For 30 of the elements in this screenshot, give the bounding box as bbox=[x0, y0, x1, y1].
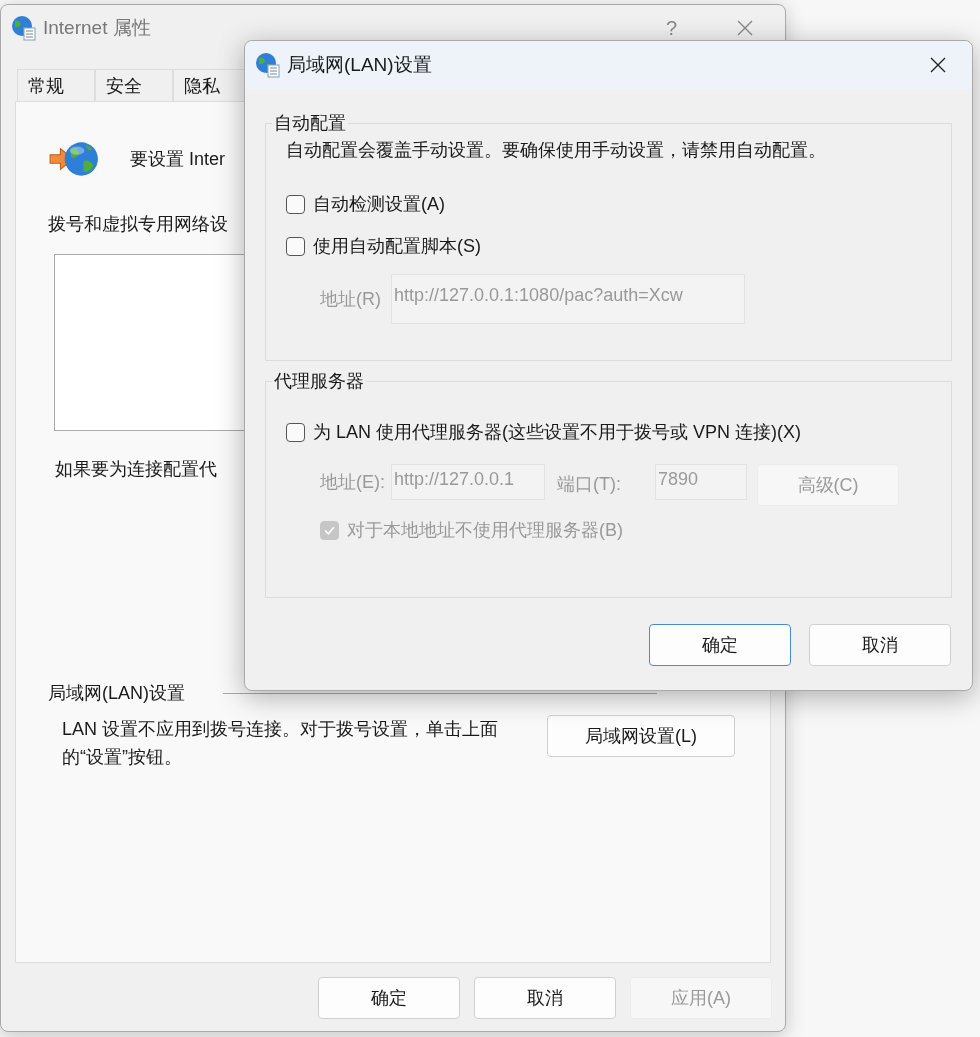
globe-icon bbox=[255, 52, 281, 78]
dialog-button[interactable]: 确定 bbox=[649, 624, 791, 666]
field-label: 端口(T): bbox=[557, 473, 622, 496]
checkbox[interactable] bbox=[286, 194, 305, 214]
checkbox[interactable] bbox=[286, 236, 305, 256]
setup-text: 要设置 Inter bbox=[130, 148, 226, 171]
tab[interactable]: 安全 bbox=[95, 69, 173, 101]
dialog-button[interactable]: 取消 bbox=[809, 624, 951, 666]
checkbox-label: 使用自动配置脚本(S) bbox=[313, 235, 481, 258]
section-heading: 拨号和虚拟专用网络设 bbox=[48, 213, 229, 236]
group-heading: 代理服务器 bbox=[272, 369, 366, 393]
checkbox-label: 为 LAN 使用代理服务器(这些设置不用于拨号或 VPN 连接)(X) bbox=[313, 421, 801, 444]
globe-icon bbox=[11, 15, 37, 41]
dialog-button[interactable]: 确定 bbox=[318, 977, 460, 1019]
tab[interactable]: 常规 bbox=[17, 69, 95, 101]
window-title: Internet 属性 bbox=[43, 16, 151, 40]
field-label: 地址(E): bbox=[319, 471, 386, 494]
checkbox-label: 自动检测设置(A) bbox=[313, 193, 445, 216]
lan-settings-button[interactable]: 局域网设置(L) bbox=[547, 715, 735, 757]
lan-note: LAN 设置不应用到拨号连接。对于拨号设置，单击上面的“设置”按钮。 bbox=[62, 718, 500, 769]
checkbox-label: 对于本地地址不使用代理服务器(B) bbox=[347, 519, 623, 542]
dialog-title: 局域网(LAN)设置 bbox=[287, 53, 432, 77]
proxy-note: 如果要为连接配置代 bbox=[55, 458, 217, 481]
auto-config-note: 自动配置会覆盖手动设置。要确保使用手动设置，请禁用自动配置。 bbox=[286, 139, 827, 162]
dialog-button[interactable]: 取消 bbox=[474, 977, 616, 1019]
section-heading: 局域网(LAN)设置 bbox=[48, 682, 185, 705]
checkbox[interactable] bbox=[286, 422, 305, 442]
close-icon[interactable] bbox=[928, 55, 948, 75]
field-label: 地址(R) bbox=[319, 288, 382, 311]
group-heading: 自动配置 bbox=[272, 111, 348, 135]
